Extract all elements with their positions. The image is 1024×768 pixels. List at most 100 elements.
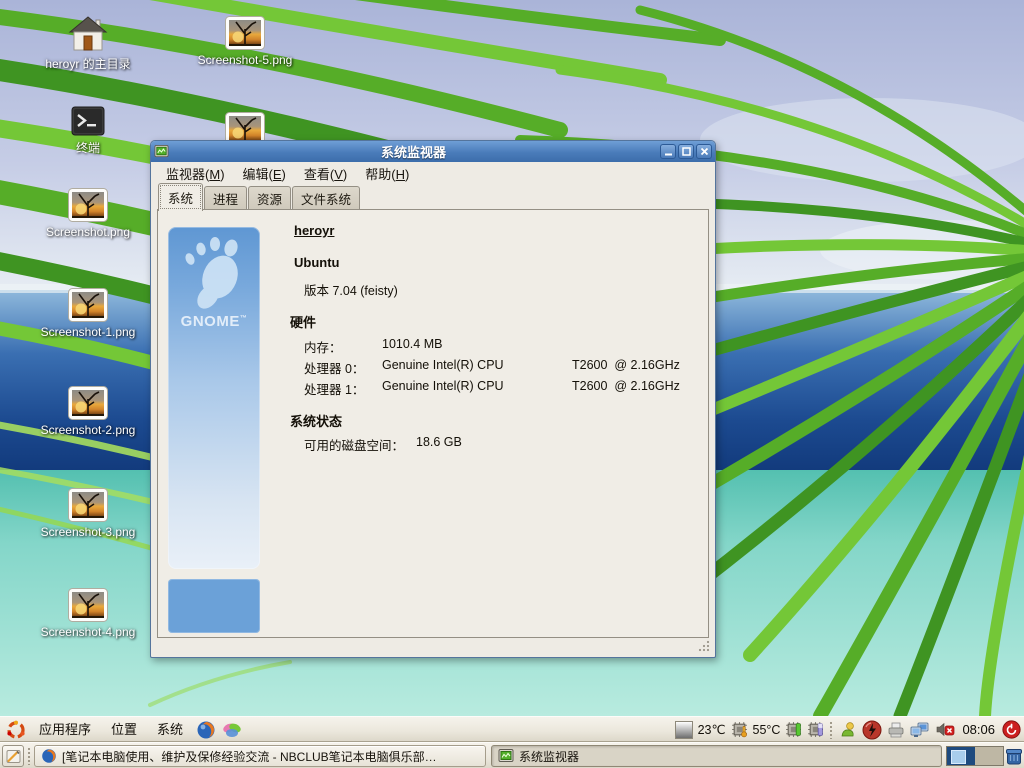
- desktop-icon-screenshot-5[interactable]: Screenshot-5.png: [190, 16, 300, 67]
- sensor-graph-applet[interactable]: [675, 721, 693, 739]
- icon-label: heroyr 的主目录: [45, 55, 130, 72]
- firefox-icon: [41, 748, 57, 764]
- cpu1-label: 处理器 1：: [304, 379, 364, 398]
- icon-label: Screenshot-5.png: [198, 53, 293, 67]
- notebook-tabs: 系统 进程 资源 文件系统: [158, 187, 708, 210]
- printer-icon[interactable]: [887, 722, 905, 738]
- cpu-thermometer-icon[interactable]: [731, 721, 748, 738]
- workspace-switcher: [946, 746, 1004, 766]
- window-statusbar: [152, 635, 714, 656]
- quit-power-button-icon[interactable]: [1002, 720, 1021, 739]
- network-monitor-icon[interactable]: [910, 721, 930, 739]
- gnome-bottom-panel: [笔记本电脑使用、维护及保修经验交流 - NBCLUB笔记本电脑俱乐部… 系统监…: [0, 742, 1024, 768]
- system-tab-page: GNOME™ heroyr Ubuntu 版本 7.04 (feisty) 硬件…: [157, 209, 709, 638]
- menu-edit[interactable]: 编辑(E): [234, 162, 295, 185]
- menu-view[interactable]: 查看(V): [295, 162, 356, 185]
- desktop-icon-screenshot-2[interactable]: Screenshot-2.png: [33, 386, 143, 437]
- window-title: 系统监视器: [169, 142, 658, 161]
- cpu0-value: Genuine Intel(R) CPU: [382, 358, 504, 372]
- cpu0-label: 处理器 0：: [304, 358, 364, 377]
- home-icon: [68, 16, 108, 52]
- resize-grip[interactable]: [697, 639, 711, 653]
- hostname: heroyr: [294, 223, 334, 238]
- ubuntu-menu-logo-icon[interactable]: [6, 720, 26, 740]
- system-status-header: 系统状态: [290, 411, 342, 430]
- image-thumbnail-icon: [68, 188, 108, 222]
- desktop: heroyr 的主目录 Screenshot-5.png 终端 Screensh…: [0, 0, 1024, 716]
- desktop-icon-screenshot[interactable]: Screenshot.png: [33, 188, 143, 239]
- applications-menu[interactable]: 应用程序: [30, 717, 100, 742]
- places-menu[interactable]: 位置: [102, 717, 146, 742]
- tab-resources[interactable]: 资源: [248, 186, 291, 210]
- disk-label: 可用的磁盘空间：: [304, 435, 404, 454]
- tab-filesystems[interactable]: 文件系统: [292, 186, 360, 210]
- tab-processes[interactable]: 进程: [204, 186, 247, 210]
- minimize-button[interactable]: [660, 144, 676, 159]
- image-thumbnail-icon: [68, 488, 108, 522]
- desktop-icon-home[interactable]: heroyr 的主目录: [33, 16, 143, 72]
- desktop-icon-screenshot-4[interactable]: Screenshot-4.png: [33, 588, 143, 639]
- distro-release: 版本 7.04 (feisty): [304, 280, 398, 299]
- firefox-launcher-icon[interactable]: [196, 720, 216, 740]
- workspace-2[interactable]: [975, 747, 1003, 765]
- taskbar-item-firefox[interactable]: [笔记本电脑使用、维护及保修经验交流 - NBCLUB笔记本电脑俱乐部…: [34, 745, 486, 767]
- icon-label: Screenshot-4.png: [41, 625, 136, 639]
- gnome-top-panel: 应用程序 位置 系统 23℃ 55°C: [0, 716, 1024, 742]
- window-titlebar[interactable]: 系统监视器: [151, 141, 715, 162]
- desktop-icon-screenshot-3[interactable]: Screenshot-3.png: [33, 488, 143, 539]
- memory-label: 内存：: [304, 337, 342, 356]
- cpu0-model: T2600 @ 2.16GHz: [572, 358, 680, 372]
- image-thumbnail-icon: [68, 386, 108, 420]
- window-icon: [154, 144, 169, 159]
- hardware-header: 硬件: [290, 312, 316, 331]
- show-desktop-button[interactable]: [2, 745, 24, 767]
- desktop-icon-terminal[interactable]: 终端: [33, 106, 143, 156]
- volume-muted-icon[interactable]: [935, 721, 955, 738]
- desktop-icon-screenshot-1[interactable]: Screenshot-1.png: [33, 288, 143, 339]
- icon-label: Screenshot-2.png: [41, 423, 136, 437]
- cpu1-model: T2600 @ 2.16GHz: [572, 379, 680, 393]
- workspace-1-active[interactable]: [947, 747, 975, 765]
- cpu-frequency-applet-icon[interactable]: [785, 721, 802, 738]
- gnome-foot-icon: [168, 231, 260, 321]
- colorful-app-launcher-icon[interactable]: [222, 720, 242, 740]
- banner-footer-block: [168, 579, 260, 633]
- image-thumbnail-icon: [225, 16, 265, 50]
- close-button[interactable]: [696, 144, 712, 159]
- taskbar-item-system-monitor[interactable]: 系统监视器: [491, 745, 942, 767]
- system-monitor-icon: [498, 748, 514, 764]
- memory-value: 1010.4 MB: [382, 337, 442, 351]
- image-thumbnail-icon: [68, 588, 108, 622]
- window-menubar: 监视器(M) 编辑(E) 查看(V) 帮助(H): [152, 162, 714, 185]
- system-menu[interactable]: 系统: [148, 717, 192, 742]
- maximize-button[interactable]: [678, 144, 694, 159]
- system-monitor-window: 系统监视器 监视器(M) 编辑(E) 查看(V) 帮助(H) 系统 进程 资源 …: [150, 140, 716, 658]
- icon-label: Screenshot-3.png: [41, 525, 136, 539]
- task-title: [笔记本电脑使用、维护及保修经验交流 - NBCLUB笔记本电脑俱乐部…: [62, 748, 437, 765]
- image-thumbnail-icon: [68, 288, 108, 322]
- taskbar-handle[interactable]: [27, 747, 32, 765]
- update-notifier-icon[interactable]: [839, 721, 857, 739]
- terminal-icon: [71, 106, 105, 136]
- ambient-temperature-readout[interactable]: 23℃: [698, 722, 726, 737]
- cpu1-value: Genuine Intel(R) CPU: [382, 379, 504, 393]
- clock-applet[interactable]: 08:06: [962, 722, 995, 737]
- icon-label: 终端: [76, 139, 100, 156]
- power-manager-icon[interactable]: [862, 720, 882, 740]
- menu-monitor[interactable]: 监视器(M): [157, 162, 234, 185]
- icon-label: Screenshot-1.png: [41, 325, 136, 339]
- cpu-temperature-readout[interactable]: 55°C: [753, 723, 781, 737]
- tab-system[interactable]: 系统: [158, 183, 203, 211]
- tray-handle[interactable]: [829, 721, 834, 739]
- distro-name: Ubuntu: [294, 255, 339, 270]
- trash-applet-icon[interactable]: [1004, 746, 1024, 766]
- gnome-banner: GNOME™: [168, 227, 260, 569]
- task-title: 系统监视器: [519, 748, 579, 765]
- workspace-window-thumbnail: [951, 750, 966, 764]
- cpu-frequency-applet-2-icon[interactable]: [807, 721, 824, 738]
- gnome-brand-text: GNOME™: [168, 313, 260, 330]
- menu-help[interactable]: 帮助(H): [356, 162, 418, 185]
- screen: heroyr 的主目录 Screenshot-5.png 终端 Screensh…: [0, 0, 1024, 768]
- disk-value: 18.6 GB: [416, 435, 462, 449]
- icon-label: Screenshot.png: [46, 225, 130, 239]
